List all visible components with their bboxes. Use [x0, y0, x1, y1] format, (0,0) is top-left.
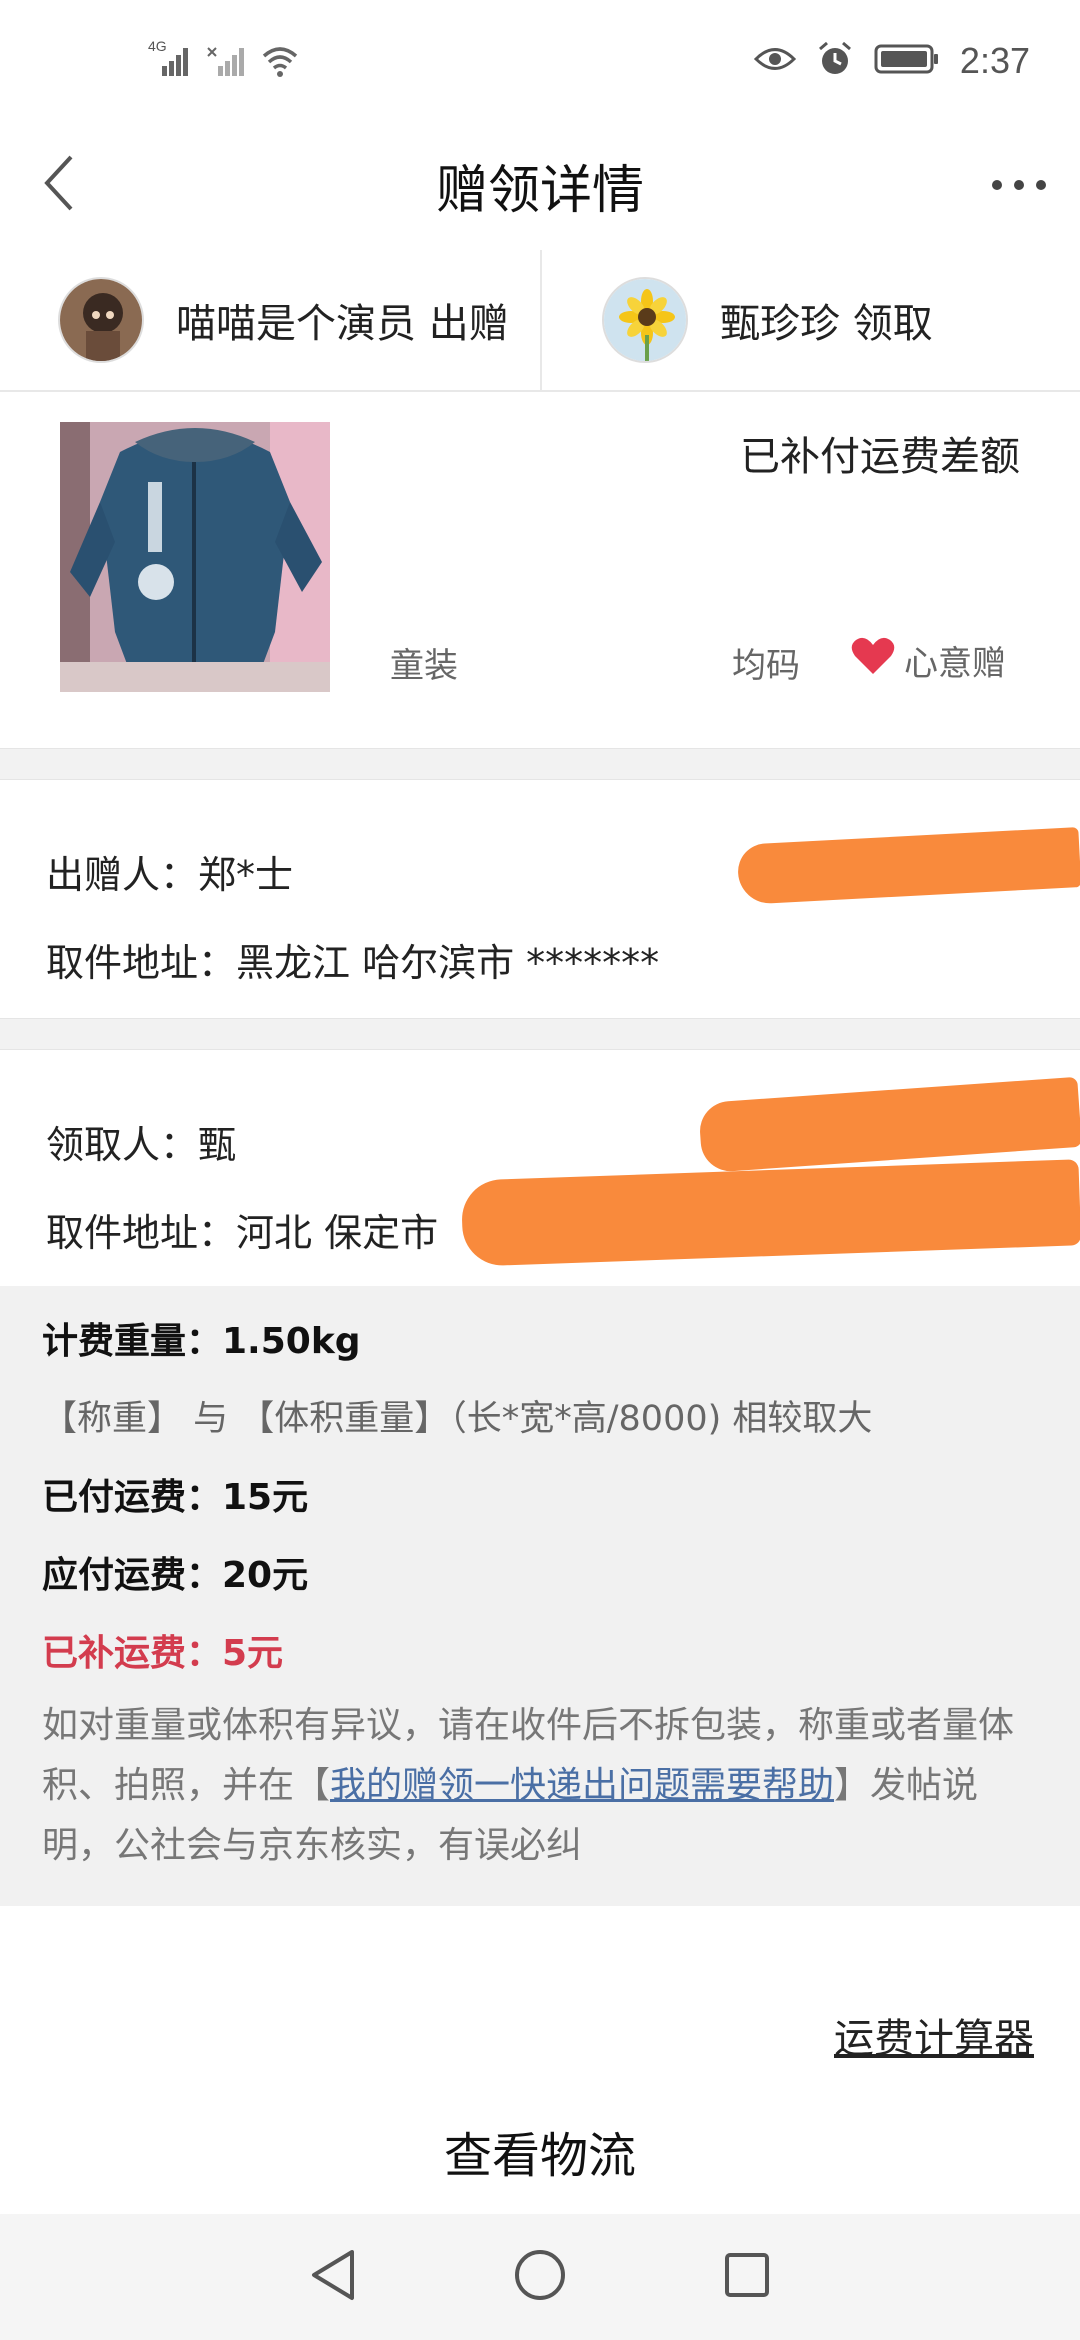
- supplement-shipping: 已补运费：5元: [42, 1633, 284, 1674]
- system-nav-bar: [0, 2214, 1080, 2340]
- giver-user[interactable]: 喵喵是个演员 出赠: [0, 250, 542, 390]
- signal-icon-2: [206, 44, 246, 82]
- heart-icon: [850, 636, 896, 685]
- nav-back-icon: [308, 2248, 358, 2306]
- weight-rule-note: 【称重】 与 【体积重量】（长*宽*高/8000) 相较取大: [42, 1399, 873, 1439]
- view-logistics-button[interactable]: 查看物流: [0, 2116, 1080, 2186]
- help-post-link[interactable]: 我的赠领一快递出问题需要帮助: [330, 1765, 834, 1806]
- nav-recents-icon: [722, 2250, 772, 2304]
- fee-details: 计费重量：1.50kg 【称重】 与 【体积重量】（长*宽*高/8000) 相较…: [0, 1286, 1080, 1906]
- giver-avatar: [58, 277, 144, 363]
- product-image: [60, 422, 330, 692]
- paid-shipping: 已付运费：15元: [42, 1477, 309, 1518]
- redaction-mark: [736, 827, 1080, 905]
- receiver-label: 甄珍珍 领取: [720, 301, 933, 347]
- giver-label: 喵喵是个演员 出赠: [176, 301, 509, 347]
- product-category: 童装: [390, 646, 458, 686]
- system-home-button[interactable]: [505, 2242, 575, 2312]
- receiver-user[interactable]: 甄珍珍 领取: [542, 250, 1080, 390]
- dispute-notice: 如对重量或体积有异议，请在收件后不拆包装，称重或者量体积、拍照，并在【我的赠领一…: [42, 1696, 1032, 1876]
- product-size: 均码: [732, 646, 800, 686]
- page-title: 赠领详情: [435, 161, 644, 221]
- billing-weight: 计费重量：1.50kg: [42, 1321, 361, 1362]
- receiver-address: 取件地址：河北 保定市: [46, 1211, 439, 1255]
- top-nav-bar: 赠领详情: [0, 130, 1080, 240]
- receiver-avatar: [602, 277, 688, 363]
- more-button[interactable]: [984, 152, 1054, 218]
- status-left: 4G: [148, 38, 300, 82]
- redaction-mark: [460, 1159, 1080, 1267]
- eye-icon: [753, 44, 797, 78]
- product-tag: 心意赠: [850, 636, 1006, 685]
- battery-icon: [874, 42, 940, 80]
- status-right: 2:37: [753, 40, 1030, 82]
- status-time: 2:37: [959, 40, 1030, 81]
- shipping-calculator-link[interactable]: 运费计算器: [834, 2006, 1034, 2064]
- redaction-mark: [698, 1076, 1080, 1174]
- alarm-icon: [816, 40, 854, 82]
- system-recents-button[interactable]: [712, 2242, 782, 2312]
- receiver-info-card: 领取人：甄 取件地址：河北 保定市: [0, 1050, 1080, 1286]
- section-divider: [0, 1018, 1080, 1050]
- users-row: 喵喵是个演员 出赠 甄珍珍 领取: [0, 250, 1080, 392]
- status-bar: 4G 2:37: [0, 0, 1080, 130]
- product-tag-label: 心意赠: [904, 644, 1006, 684]
- nav-home-icon: [513, 2248, 567, 2306]
- giver-info-card: 出赠人：郑*士 取件地址：黑龙江 哈尔滨市 *******: [0, 780, 1080, 1018]
- network-type-label: 4G: [148, 38, 167, 54]
- system-back-button[interactable]: [298, 2242, 368, 2312]
- due-shipping: 应付运费：20元: [42, 1555, 309, 1596]
- product-status: 已补付运费差额: [740, 434, 1020, 480]
- giver-address: 取件地址：黑龙江 哈尔滨市 *******: [46, 941, 660, 985]
- section-divider: [0, 748, 1080, 780]
- more-icon: [991, 176, 1047, 195]
- receiver-name: 领取人：甄: [46, 1123, 237, 1167]
- giver-name: 出赠人：郑*士: [46, 853, 294, 897]
- product-card[interactable]: 已补付运费差额 童装 均码 心意赠: [0, 394, 1080, 744]
- wifi-icon: [260, 44, 300, 82]
